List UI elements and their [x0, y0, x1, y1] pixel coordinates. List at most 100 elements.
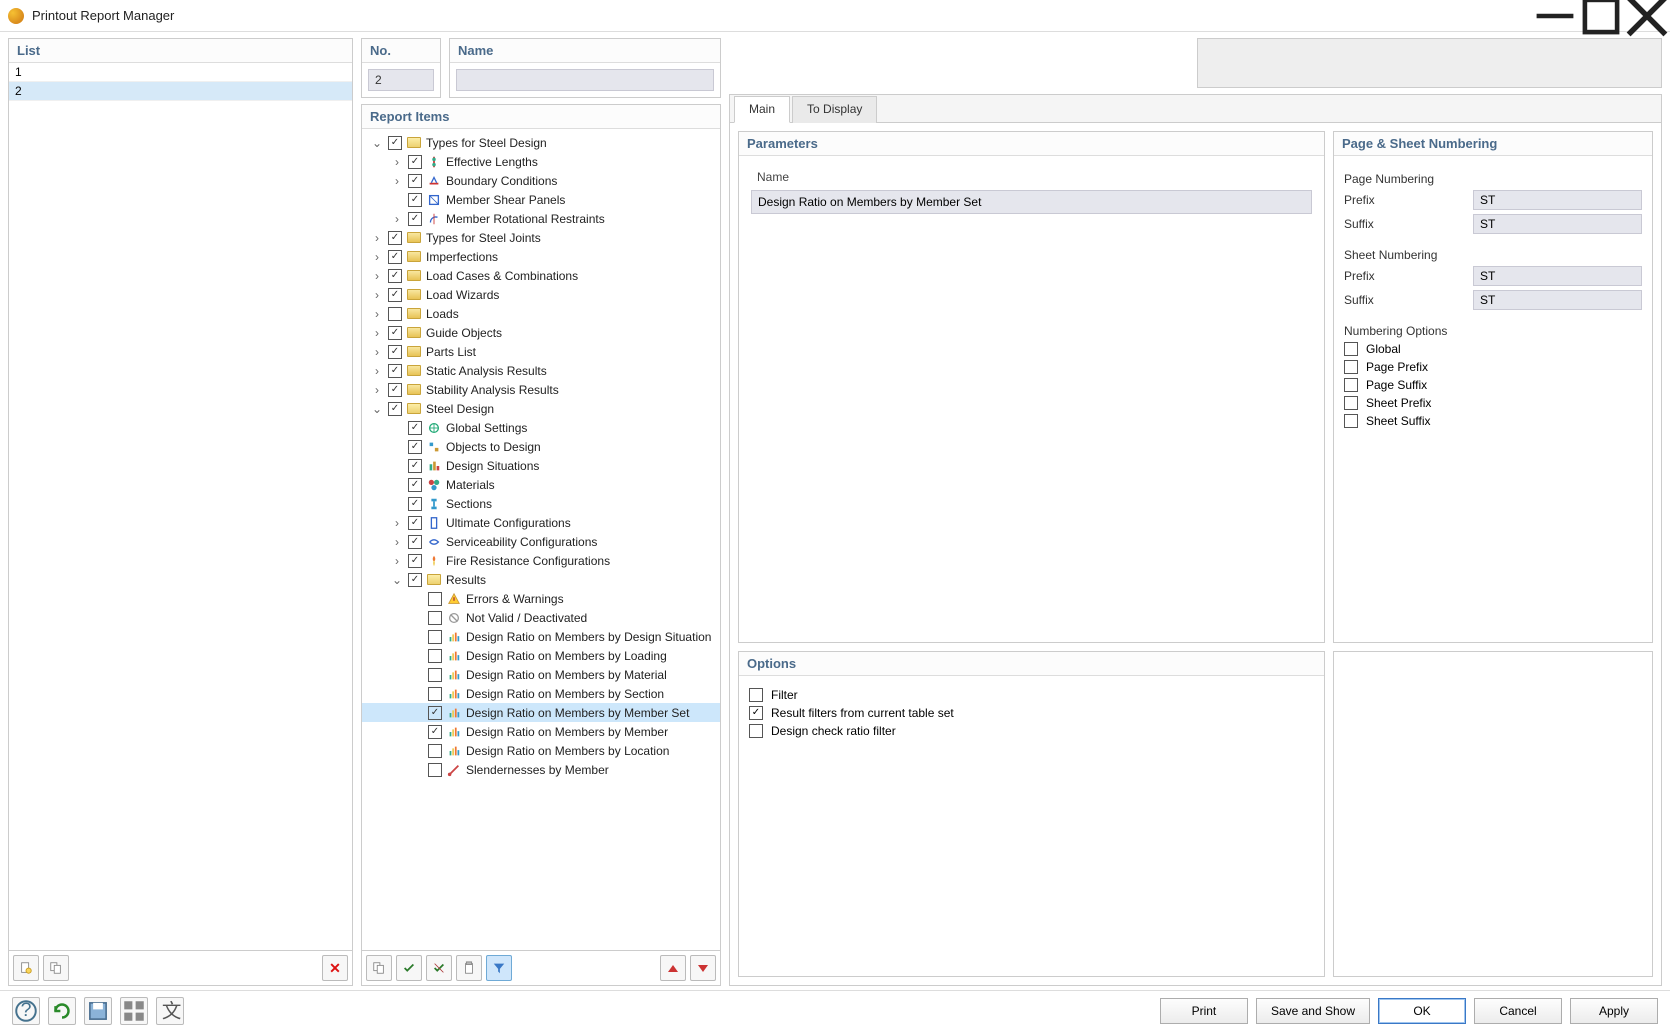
list-item[interactable]: 1: [9, 63, 352, 82]
tree-checkbox[interactable]: ✓: [388, 269, 402, 283]
list-item[interactable]: 2: [9, 82, 352, 101]
new-report-button[interactable]: [13, 955, 39, 981]
tree-item[interactable]: ✓Global Settings: [362, 418, 720, 437]
tree-checkbox[interactable]: ✓: [408, 193, 422, 207]
tree-checkbox[interactable]: [428, 687, 442, 701]
tree-checkbox[interactable]: ✓: [408, 459, 422, 473]
apply-button[interactable]: Apply: [1570, 998, 1658, 1024]
save-template-button[interactable]: [84, 997, 112, 1025]
expand-icon[interactable]: ›: [370, 326, 384, 340]
expand-icon[interactable]: ›: [390, 554, 404, 568]
expand-icon[interactable]: ›: [390, 535, 404, 549]
close-button[interactable]: [1624, 0, 1670, 32]
expand-icon[interactable]: ⌄: [390, 573, 404, 587]
tree-checkbox[interactable]: ✓: [428, 706, 442, 720]
tree-item[interactable]: Design Ratio on Members by Design Situat…: [362, 627, 720, 646]
tree-checkbox[interactable]: ✓: [388, 402, 402, 416]
save-and-show-button[interactable]: Save and Show: [1256, 998, 1370, 1024]
tree-checkbox[interactable]: [428, 744, 442, 758]
tree-move-up-button[interactable]: [660, 955, 686, 981]
tree-item[interactable]: ›✓Effective Lengths: [362, 152, 720, 171]
no-input[interactable]: [368, 69, 434, 91]
tree-checkbox[interactable]: ✓: [408, 421, 422, 435]
tree-item[interactable]: Not Valid / Deactivated: [362, 608, 720, 627]
page-prefix-input[interactable]: [1473, 190, 1642, 210]
tree-item[interactable]: ✓Member Shear Panels: [362, 190, 720, 209]
help-button[interactable]: ?: [12, 997, 40, 1025]
expand-icon[interactable]: ›: [370, 269, 384, 283]
maximize-button[interactable]: [1578, 0, 1624, 32]
expand-icon[interactable]: ›: [370, 288, 384, 302]
tree-paste-button[interactable]: [456, 955, 482, 981]
tree-item[interactable]: ✓Objects to Design: [362, 437, 720, 456]
tree-item[interactable]: Design Ratio on Members by Loading: [362, 646, 720, 665]
filter-checkbox[interactable]: [749, 688, 763, 702]
tree-item[interactable]: ›✓Stability Analysis Results: [362, 380, 720, 399]
tree-item[interactable]: ✓Design Ratio on Members by Member Set: [362, 703, 720, 722]
expand-icon[interactable]: ›: [390, 516, 404, 530]
tree-check-all-button[interactable]: [396, 955, 422, 981]
result-filters-checkbox[interactable]: ✓: [749, 706, 763, 720]
expand-icon[interactable]: ›: [370, 345, 384, 359]
tree-checkbox[interactable]: ✓: [408, 554, 422, 568]
numbering-option-checkbox[interactable]: [1344, 378, 1358, 392]
sheet-suffix-input[interactable]: [1473, 290, 1642, 310]
tree-checkbox[interactable]: ✓: [428, 725, 442, 739]
expand-icon[interactable]: ›: [370, 383, 384, 397]
tree-checkbox[interactable]: [428, 763, 442, 777]
expand-icon[interactable]: ›: [370, 231, 384, 245]
tree-checkbox[interactable]: ✓: [408, 155, 422, 169]
expand-icon[interactable]: ›: [390, 212, 404, 226]
tree-move-down-button[interactable]: [690, 955, 716, 981]
tree-copy-button[interactable]: [366, 955, 392, 981]
tree-checkbox[interactable]: [428, 630, 442, 644]
tree-checkbox[interactable]: [428, 668, 442, 682]
tree-item[interactable]: ⌄✓Types for Steel Design: [362, 133, 720, 152]
tree-item[interactable]: Errors & Warnings: [362, 589, 720, 608]
expand-icon[interactable]: ›: [370, 250, 384, 264]
tree-item[interactable]: ✓Design Situations: [362, 456, 720, 475]
ok-button[interactable]: OK: [1378, 998, 1466, 1024]
tree-uncheck-all-button[interactable]: [426, 955, 452, 981]
page-suffix-input[interactable]: [1473, 214, 1642, 234]
tree-item[interactable]: Design Ratio on Members by Material: [362, 665, 720, 684]
tree-item[interactable]: ›✓Load Wizards: [362, 285, 720, 304]
tree-item[interactable]: ›✓Static Analysis Results: [362, 361, 720, 380]
copy-report-button[interactable]: [43, 955, 69, 981]
tree-item[interactable]: ›✓Imperfections: [362, 247, 720, 266]
tree-checkbox[interactable]: ✓: [388, 231, 402, 245]
tree-item[interactable]: ›Loads: [362, 304, 720, 323]
minimize-button[interactable]: [1532, 0, 1578, 32]
tree-body[interactable]: ⌄✓Types for Steel Design›✓Effective Leng…: [362, 129, 720, 950]
tree-checkbox[interactable]: ✓: [388, 345, 402, 359]
tree-item[interactable]: ›✓Types for Steel Joints: [362, 228, 720, 247]
tree-checkbox[interactable]: ✓: [408, 516, 422, 530]
tree-item[interactable]: ›✓Guide Objects: [362, 323, 720, 342]
tree-item[interactable]: ✓Sections: [362, 494, 720, 513]
tree-item[interactable]: ›✓Serviceability Configurations: [362, 532, 720, 551]
tree-checkbox[interactable]: ✓: [388, 288, 402, 302]
tree-checkbox[interactable]: ✓: [408, 497, 422, 511]
tree-item[interactable]: Design Ratio on Members by Section: [362, 684, 720, 703]
tree-checkbox[interactable]: [428, 649, 442, 663]
elements-button[interactable]: [120, 997, 148, 1025]
tree-checkbox[interactable]: [428, 592, 442, 606]
numbering-option-checkbox[interactable]: [1344, 414, 1358, 428]
tab-to-display[interactable]: To Display: [792, 96, 877, 123]
tree-checkbox[interactable]: ✓: [408, 535, 422, 549]
tree-checkbox[interactable]: [388, 307, 402, 321]
tree-item[interactable]: ›✓Member Rotational Restraints: [362, 209, 720, 228]
tree-item[interactable]: ›✓Ultimate Configurations: [362, 513, 720, 532]
tree-item[interactable]: ›✓Parts List: [362, 342, 720, 361]
numbering-option-checkbox[interactable]: [1344, 360, 1358, 374]
tree-checkbox[interactable]: ✓: [408, 212, 422, 226]
expand-icon[interactable]: ⌄: [370, 136, 384, 150]
tree-checkbox[interactable]: [428, 611, 442, 625]
tree-item[interactable]: ›✓Boundary Conditions: [362, 171, 720, 190]
tree-item[interactable]: Design Ratio on Members by Location: [362, 741, 720, 760]
tree-checkbox[interactable]: ✓: [408, 573, 422, 587]
expand-icon[interactable]: ›: [390, 174, 404, 188]
tree-item[interactable]: ✓Design Ratio on Members by Member: [362, 722, 720, 741]
numbering-option-checkbox[interactable]: [1344, 396, 1358, 410]
tree-checkbox[interactable]: ✓: [388, 250, 402, 264]
